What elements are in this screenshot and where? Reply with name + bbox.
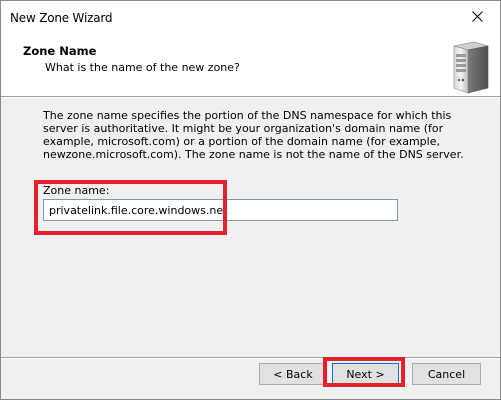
back-button[interactable]: < Back <box>259 363 327 385</box>
server-icon <box>453 41 489 94</box>
wizard-footer: < Back Next > Cancel <box>1 359 500 399</box>
zone-name-label: Zone name: <box>43 184 110 197</box>
close-icon <box>471 11 483 22</box>
close-button[interactable] <box>454 1 500 32</box>
page-title: Zone Name <box>23 44 97 58</box>
next-button[interactable]: Next > <box>332 363 399 385</box>
wizard-content: The zone name specifies the portion of t… <box>1 98 500 357</box>
wizard-header: Zone Name What is the name of the new zo… <box>1 32 500 96</box>
title-bar: New Zone Wizard <box>1 1 500 32</box>
zone-name-description: The zone name specifies the portion of t… <box>43 109 464 161</box>
new-zone-wizard-window: New Zone Wizard Zone Name What is the na… <box>0 0 501 400</box>
zone-name-input[interactable] <box>43 199 398 221</box>
cancel-button[interactable]: Cancel <box>412 363 481 385</box>
window-title: New Zone Wizard <box>10 11 113 25</box>
page-subtitle: What is the name of the new zone? <box>45 61 240 74</box>
